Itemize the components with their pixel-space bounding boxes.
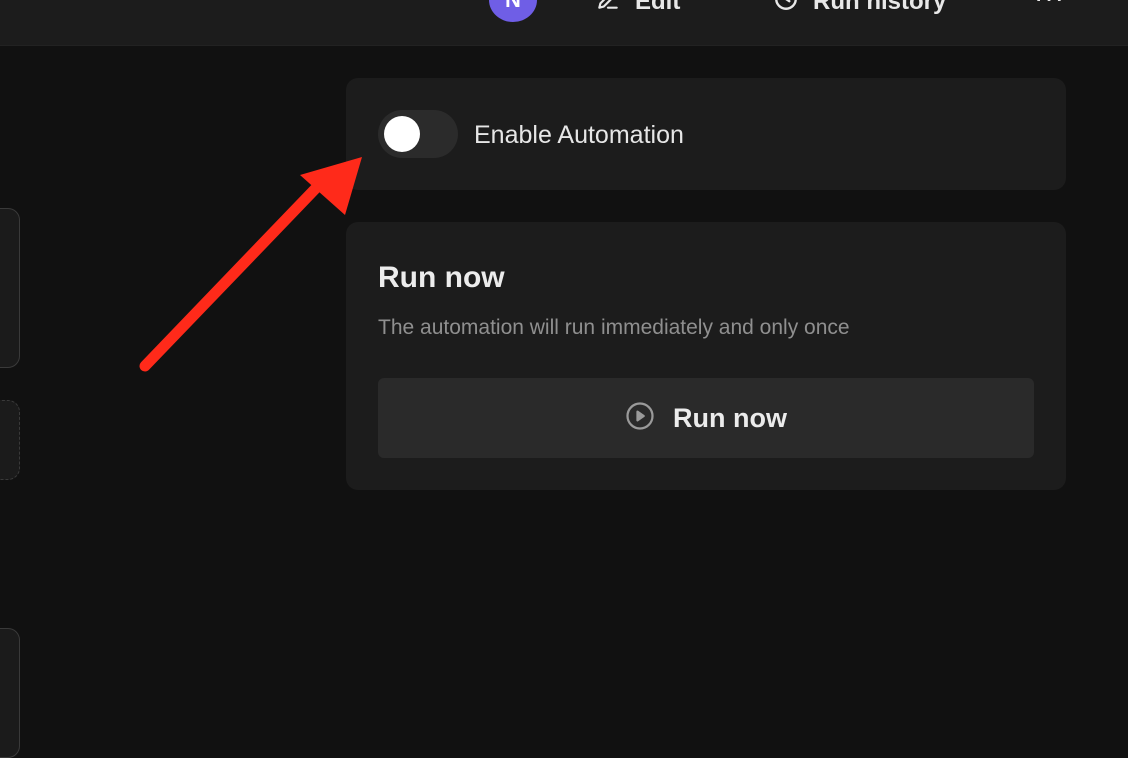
edit-label: Edit <box>635 0 681 15</box>
run-now-card: Run now The automation will run immediat… <box>346 222 1066 490</box>
more-options-button[interactable]: ··· <box>1034 0 1065 14</box>
run-now-title: Run now <box>378 261 505 294</box>
avatar-initial: N <box>505 0 521 13</box>
run-history-button[interactable]: Run history <box>773 0 946 16</box>
left-panel-dashed-card[interactable] <box>0 400 20 480</box>
toggle-knob <box>384 116 420 152</box>
edit-button[interactable]: Edit <box>595 0 680 16</box>
enable-automation-card: Enable Automation <box>346 78 1066 190</box>
run-now-button-label: Run now <box>673 402 787 433</box>
top-bar: N Edit Run history ··· <box>0 0 1128 46</box>
user-avatar[interactable]: N <box>489 0 537 22</box>
run-now-button[interactable]: Run now <box>378 378 1034 458</box>
pencil-icon <box>595 0 621 19</box>
more-icon: ··· <box>1034 0 1065 13</box>
left-panel-card[interactable] <box>0 208 20 368</box>
enable-automation-label: Enable Automation <box>474 121 684 149</box>
run-history-label: Run history <box>813 0 947 15</box>
clock-icon <box>773 0 799 19</box>
enable-automation-toggle[interactable] <box>378 110 458 158</box>
run-now-description: The automation will run immediately and … <box>378 316 850 339</box>
left-panel-card[interactable] <box>0 628 20 758</box>
play-circle-icon <box>625 401 655 436</box>
